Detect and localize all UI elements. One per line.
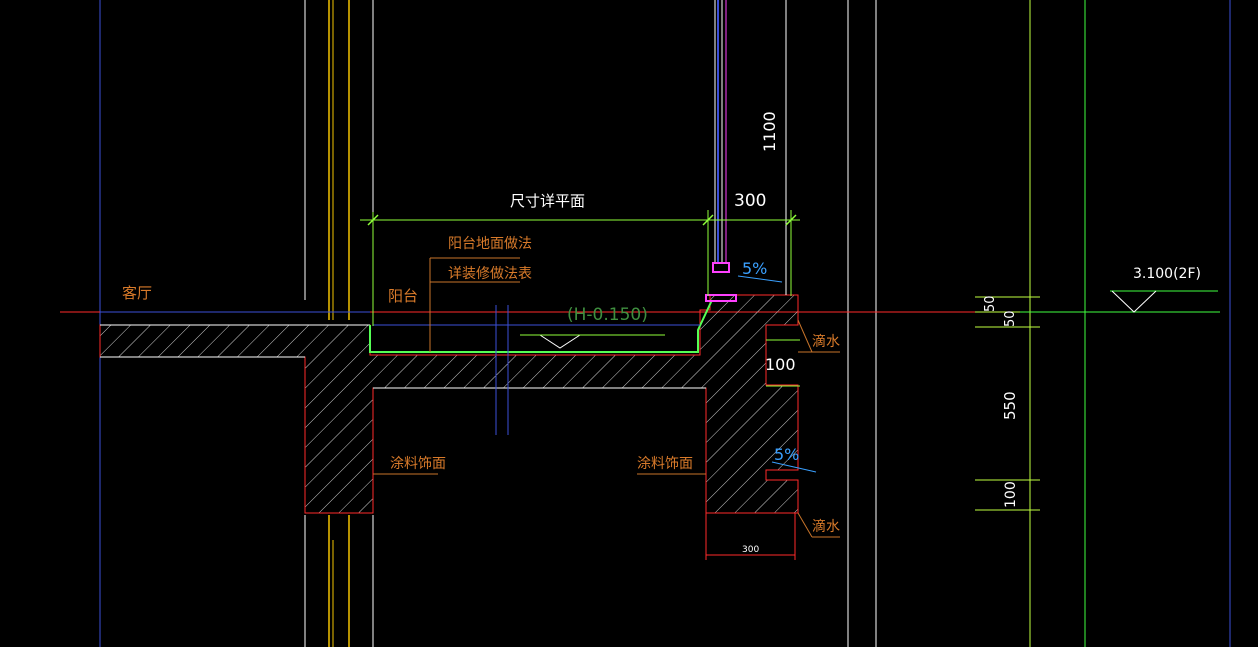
living-room-label: 客厅 — [122, 284, 152, 302]
drip-upper-label: 滴水 — [812, 333, 840, 350]
floor-elevation-label: 3.100(2F) — [1133, 266, 1201, 282]
wall-yellow-lines — [328, 0, 350, 647]
ledge-width-dim: 300 — [734, 191, 766, 211]
waterproof-line — [369, 299, 713, 353]
curb-thickness-dim: 100 — [765, 355, 796, 374]
balcony-label: 阳台 — [388, 287, 418, 305]
paint-finish-right-label: 涂料饰面 — [637, 456, 693, 472]
balcony-floor-method-label: 阳台地面做法 — [448, 236, 532, 252]
bottom-width-dim: 300 — [742, 545, 759, 555]
slope-lower-label: 5% — [774, 445, 799, 464]
paint-finish-left-label: 涂料饰面 — [390, 456, 446, 472]
plan-dimension-title: 尺寸详平面 — [510, 192, 585, 210]
slope-upper-label: 5% — [742, 259, 767, 278]
local-elevation-label: (H-0.150) — [567, 305, 648, 325]
right-dim-100: 100 — [1003, 481, 1019, 508]
right-dim-550: 550 — [1001, 391, 1019, 420]
grid-lines — [99, 0, 1231, 647]
see-finish-table-label: 详装修做法表 — [448, 266, 532, 282]
section-drawing: 客厅 阳台 阳台地面做法 详装修做法表 尺寸详平面 (H-0.150) 涂料饰面… — [60, 0, 1231, 647]
drip-lower-label: 滴水 — [812, 518, 840, 535]
railing-height-dim: 1100 — [760, 111, 779, 152]
right-dim-50b: 50 — [1003, 310, 1018, 327]
cad-canvas: 客厅 阳台 阳台地面做法 详装修做法表 尺寸详平面 (H-0.150) 涂料饰面… — [0, 0, 1258, 647]
slab-section — [99, 294, 799, 514]
right-dim-50a: 50 — [983, 295, 998, 312]
